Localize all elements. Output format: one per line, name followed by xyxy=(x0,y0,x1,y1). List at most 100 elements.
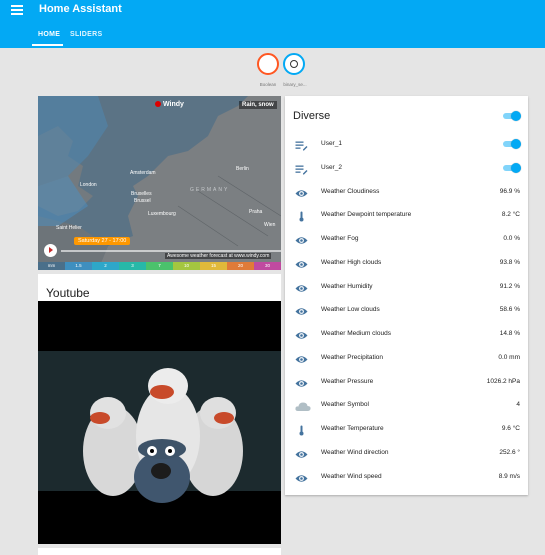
entity-row[interactable]: Weather Pressure 1026.2 hPa xyxy=(285,372,528,392)
tab-home[interactable]: HOME xyxy=(38,31,60,38)
next-card xyxy=(38,548,281,555)
entity-state: 8.2 °C xyxy=(501,211,520,219)
entity-toggle[interactable] xyxy=(503,162,521,173)
youtube-video-player[interactable] xyxy=(38,301,281,544)
toggle-knob xyxy=(511,162,521,173)
entity-row[interactable]: Weather Dewpoint temperature 8.2 °C xyxy=(285,205,528,225)
entity-row[interactable]: Weather Wind speed 8.9 m/s xyxy=(285,467,528,487)
windy-logo: Windy xyxy=(155,101,184,108)
entity-name: Weather Temperature xyxy=(321,425,384,432)
eye-icon xyxy=(295,257,308,268)
entity-row[interactable]: User_1 xyxy=(285,134,528,154)
entity-row[interactable]: Weather Cloudiness 96.9 % xyxy=(285,182,528,202)
list-edit-icon xyxy=(295,138,308,151)
scale-label: 20 xyxy=(227,262,254,270)
eye-icon xyxy=(295,328,308,339)
cloud-icon xyxy=(295,399,311,412)
entity-name: Weather High clouds xyxy=(321,258,382,266)
eye-icon xyxy=(295,233,308,244)
map-date-badge: Saturday 27 - 17:00 xyxy=(74,237,131,245)
map-layer-selector[interactable]: Rain, snow xyxy=(239,101,277,109)
eye-icon xyxy=(295,304,308,315)
windy-logo-text: Windy xyxy=(163,101,184,108)
entity-row[interactable]: Weather Humidity 91.2 % xyxy=(285,277,528,297)
entity-row[interactable]: Weather Fog 0.0 % xyxy=(285,229,528,249)
entity-name: Weather Pressure xyxy=(321,377,374,385)
active-tab-indicator xyxy=(32,44,63,46)
entity-state: 4 xyxy=(516,401,520,409)
city-label-saint-helier: Saint Helier xyxy=(56,225,82,231)
entity-name: Weather Cloudiness xyxy=(321,187,380,195)
eye-icon xyxy=(295,447,308,458)
toggle-knob xyxy=(511,111,521,121)
map-forecast-note[interactable]: Awesome weather forecast at www.windy.co… xyxy=(165,253,272,259)
city-label-london: London xyxy=(80,182,97,188)
entity-name: Weather Dewpoint temperature xyxy=(321,211,412,219)
entity-name: Weather Medium clouds xyxy=(321,330,391,337)
scale-label: 7 xyxy=(146,262,173,270)
app-toolbar: Home Assistant HOME SLIDERS xyxy=(0,0,545,48)
app-title: Home Assistant xyxy=(39,3,122,15)
scale-label: mm xyxy=(38,262,65,270)
entity-row[interactable]: Weather Temperature 9.6 °C xyxy=(285,419,528,439)
entity-row[interactable]: User_2 xyxy=(285,158,528,178)
entity-name: User_2 xyxy=(321,163,342,171)
entity-state: 252.6 ° xyxy=(499,448,520,456)
youtube-card: Youtube xyxy=(38,274,281,544)
list-edit-icon xyxy=(295,162,308,175)
entity-name: Weather Precipitation xyxy=(321,353,384,361)
city-label-wien: Wien xyxy=(264,222,276,228)
binary-sensor-badge-label: binary_se... xyxy=(283,82,307,87)
entity-row[interactable]: Weather Low clouds 58.6 % xyxy=(285,300,528,320)
entity-row[interactable]: Weather Precipitation 0.0 mm xyxy=(285,348,528,368)
diverse-card: Diverse User_1 User_2 Weather Cloudiness 96… xyxy=(285,96,528,495)
map-play-button[interactable] xyxy=(44,244,57,257)
menu-icon[interactable] xyxy=(11,5,23,15)
entity-row[interactable]: Weather High clouds 93.8 % xyxy=(285,253,528,273)
entity-state: 14.8 % xyxy=(499,330,520,337)
entity-state: 93.8 % xyxy=(499,258,520,266)
entity-state: 8.9 m/s xyxy=(498,472,520,480)
scale-label: 15 xyxy=(200,262,227,270)
scale-label: 2 xyxy=(92,262,119,270)
city-label-luxembourg: Luxembourg xyxy=(148,211,176,217)
scale-label: 1.5 xyxy=(65,262,92,270)
entity-row[interactable]: Weather Symbol 4 xyxy=(285,395,528,415)
city-label-berlin: Berlin xyxy=(236,166,249,172)
thermometer-icon xyxy=(295,209,308,222)
entity-name: Weather Wind speed xyxy=(321,472,382,480)
entity-name: Weather Low clouds xyxy=(321,306,380,314)
group-toggle[interactable] xyxy=(503,111,521,121)
entity-name: Weather Symbol xyxy=(321,401,369,409)
eye-icon xyxy=(295,352,308,363)
entity-state: 0.0 mm xyxy=(498,353,520,361)
boolean-badge[interactable] xyxy=(257,53,279,75)
circle-icon xyxy=(290,60,298,68)
entity-row[interactable]: Weather Medium clouds 14.8 % xyxy=(285,324,528,344)
youtube-card-title: Youtube xyxy=(46,286,90,300)
eye-icon xyxy=(295,376,308,387)
windy-logo-icon xyxy=(155,101,161,108)
city-label-praha: Praha xyxy=(249,209,263,215)
toggle-knob xyxy=(511,139,521,149)
entity-state: 0.0 % xyxy=(503,235,520,242)
eye-icon xyxy=(295,471,308,482)
eye-icon xyxy=(295,186,308,197)
entity-state: 91.2 % xyxy=(499,282,520,290)
binary-sensor-badge[interactable] xyxy=(283,53,305,75)
entity-toggle[interactable] xyxy=(503,139,521,149)
city-label-brussel: Brussel xyxy=(134,198,151,204)
entity-name: Weather Fog xyxy=(321,235,359,242)
eye-icon xyxy=(295,281,308,292)
diverse-card-title: Diverse xyxy=(293,110,331,122)
map-timeline[interactable] xyxy=(61,250,281,252)
boolean-badge-label: Boolean xyxy=(259,82,277,87)
thermometer-icon xyxy=(295,423,308,436)
entity-row[interactable]: Weather Wind direction 252.6 ° xyxy=(285,443,528,463)
tab-sliders[interactable]: SLIDERS xyxy=(70,31,102,38)
entity-name: Weather Wind direction xyxy=(321,448,389,456)
entity-state: 1026.2 hPa xyxy=(486,377,520,385)
entity-state: 9.6 °C xyxy=(501,425,520,432)
scale-label: 10 xyxy=(173,262,200,270)
entity-state: 96.9 % xyxy=(499,187,520,195)
